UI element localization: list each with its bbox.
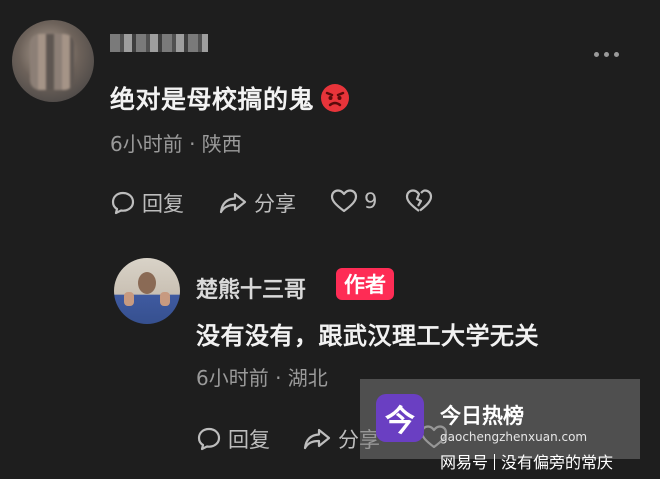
- comment-meta: 6小时前 · 陕西: [110, 132, 242, 156]
- share-label: 分享: [254, 192, 296, 216]
- author-name[interactable]: 楚熊十三哥: [196, 272, 306, 304]
- reply-label: 回复: [142, 192, 184, 216]
- like-button[interactable]: 9: [330, 188, 377, 214]
- comment-text-content: 绝对是母校搞的鬼: [110, 85, 315, 114]
- angry-face-icon: [321, 84, 350, 112]
- share-icon: [303, 428, 331, 450]
- watermark-footer: 网易号 没有偏旁的常庆: [440, 449, 613, 473]
- reply-label: 回复: [228, 428, 270, 452]
- reply-button[interactable]: 回复: [110, 188, 184, 218]
- watermark-platform: 网易号: [440, 453, 489, 472]
- commenter-avatar[interactable]: [12, 20, 94, 102]
- comment-text: 绝对是母校搞的鬼: [110, 80, 350, 116]
- watermark-logo-char: 今: [385, 404, 415, 439]
- more-options-icon[interactable]: [594, 52, 622, 58]
- share-icon: [219, 192, 247, 214]
- watermark-app-name: 今日热榜: [440, 404, 524, 428]
- share-button[interactable]: 分享: [218, 188, 296, 218]
- watermark-account: 没有偏旁的常庆: [501, 453, 614, 472]
- reply-button-author[interactable]: 回复: [196, 424, 270, 454]
- reply-icon: [197, 427, 221, 451]
- watermark-logo: 今: [376, 394, 424, 442]
- dislike-button[interactable]: [405, 188, 433, 214]
- reply-text: 没有没有，跟武汉理工大学无关: [196, 322, 539, 350]
- author-badge: 作者: [336, 268, 394, 300]
- author-avatar[interactable]: [114, 258, 180, 324]
- broken-heart-icon: [405, 189, 433, 212]
- reply-meta: 6小时前 · 湖北: [196, 366, 328, 390]
- like-count: 9: [364, 189, 378, 213]
- watermark-url: gaochengzhenxuan.com: [440, 430, 588, 444]
- commenter-username-blurred[interactable]: [110, 34, 208, 52]
- heart-icon: [330, 189, 358, 213]
- reply-icon: [111, 191, 135, 215]
